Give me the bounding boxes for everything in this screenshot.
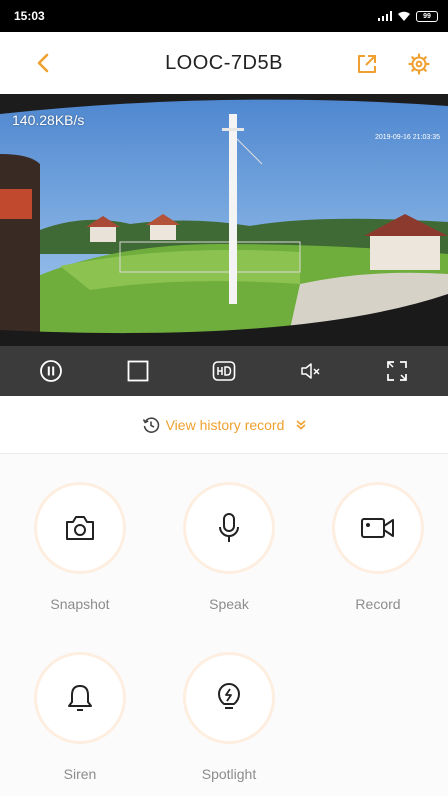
video-record-icon (361, 518, 394, 538)
gear-icon (408, 53, 430, 75)
siren-button[interactable]: Siren (25, 652, 135, 782)
share-icon (358, 55, 376, 73)
snapshot-circle (34, 482, 126, 574)
video-control-bar (0, 346, 448, 396)
speak-circle (183, 482, 275, 574)
signal-icon (378, 11, 392, 21)
video-timestamp: 2019-09-16 21:03:35 (375, 134, 440, 141)
camera-scene-image (0, 94, 448, 346)
pause-button[interactable] (33, 353, 69, 389)
snapshot-label: Snapshot (50, 596, 110, 612)
speak-label: Speak (209, 596, 249, 612)
mute-icon (301, 363, 320, 379)
spotlight-circle (183, 652, 275, 744)
camera-icon (66, 516, 94, 540)
wifi-icon (398, 11, 410, 21)
stop-button[interactable] (120, 353, 156, 389)
speak-button[interactable]: Speak (174, 482, 284, 612)
history-clock-icon (142, 416, 159, 433)
fullscreen-icon (386, 361, 407, 381)
settings-button[interactable] (404, 49, 434, 79)
mute-button[interactable] (292, 353, 328, 389)
battery-level: 99 (423, 12, 431, 20)
view-history-label: View history record (165, 416, 285, 433)
status-time: 15:03 (14, 9, 45, 23)
pause-icon (40, 360, 63, 382)
share-button[interactable] (352, 49, 382, 79)
hd-button[interactable] (206, 353, 242, 389)
spotlight-label: Spotlight (201, 766, 257, 782)
view-history-button[interactable]: View history record (0, 396, 448, 454)
siren-circle (34, 652, 126, 744)
bitrate-readout: 140.28KB/s (12, 112, 85, 128)
hd-icon (212, 361, 236, 381)
stop-icon (127, 360, 148, 382)
record-label: Record (355, 596, 401, 612)
double-chevron-down-icon (296, 419, 306, 430)
action-grid: Snapshot Speak Record Siren Spotlight (0, 454, 448, 796)
status-icons: 99 (378, 10, 438, 22)
fullscreen-button[interactable] (379, 353, 415, 389)
battery-icon: 99 (416, 10, 438, 22)
microphone-icon (219, 513, 239, 542)
spotlight-button[interactable]: Spotlight (174, 652, 284, 782)
record-circle (332, 482, 424, 574)
header: LOOC-7D5B (0, 32, 448, 94)
siren-label: Siren (63, 766, 97, 782)
record-button[interactable]: Record (323, 482, 433, 612)
camera-live-view[interactable]: 140.28KB/s 2019-09-16 21:03:35 (0, 94, 448, 346)
status-bar: 15:03 99 (0, 0, 448, 32)
bell-icon (68, 685, 92, 711)
bulb-icon (218, 683, 240, 709)
snapshot-button[interactable]: Snapshot (25, 482, 135, 612)
